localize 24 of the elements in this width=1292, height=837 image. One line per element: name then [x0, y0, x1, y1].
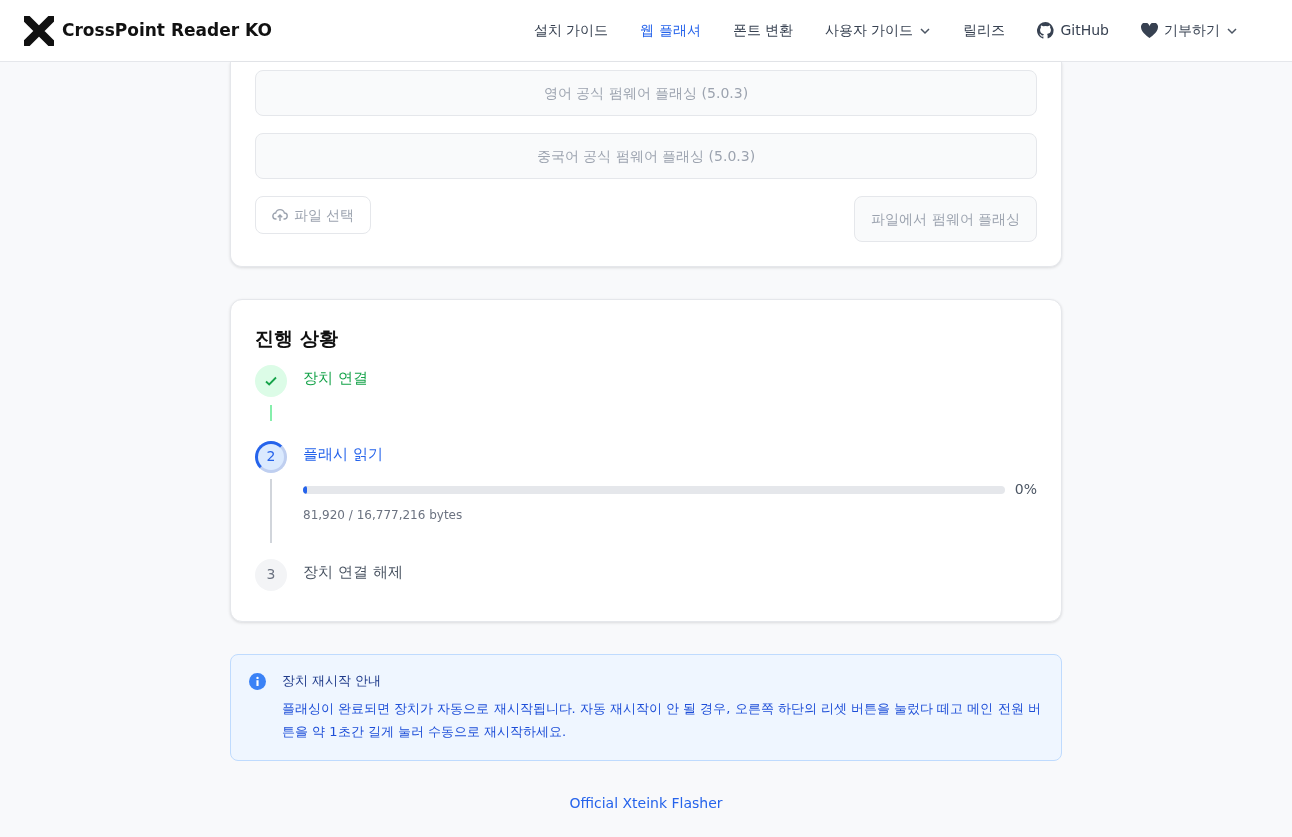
progress-percent: 0% — [1014, 480, 1037, 499]
progress-title: 진행 상황 — [255, 326, 339, 351]
github-icon — [1037, 22, 1055, 39]
step-number: 3 — [255, 558, 287, 591]
nav-link[interactable]: 폰트 변환 — [732, 16, 794, 45]
nav-link[interactable]: 기부하기 — [1141, 16, 1238, 45]
notice-title: 장치 재시작 안내 — [282, 671, 383, 690]
footer-link[interactable]: Official Xteink Flasher — [569, 794, 723, 811]
nav-link[interactable]: 웹 플래셔 — [640, 16, 701, 45]
info-icon — [249, 672, 266, 690]
step-number: 2 — [255, 440, 287, 473]
step-label: 장치 연결 — [303, 367, 369, 389]
heart-icon — [1141, 23, 1158, 38]
byte-count: 81,920 / 16,777,216 bytes — [303, 507, 464, 524]
upload-cloud-icon — [272, 207, 288, 223]
nav-link[interactable]: 설치 가이드 — [533, 16, 609, 45]
nav-link[interactable]: GitHub — [1037, 16, 1109, 45]
step-label: 장치 연결 해제 — [303, 561, 404, 583]
notice-text: 플래싱이 완료되면 장치가 자동으로 재시작됩니다. 자동 재시작이 안 될 경우, 오른쪽 하단의 리셋 버튼을 눌렀다 떼고 메인 전원 버튼을 약 1초간 길게 눌러 수동으로 재시작하세요. — [282, 700, 1041, 741]
step-label: 플래시 읽기 — [303, 443, 384, 465]
nav-link[interactable]: 릴리즈 — [963, 16, 1006, 45]
nav-link[interactable]: 사용자 가이드 — [825, 16, 932, 45]
x-logo-icon — [24, 15, 54, 46]
brand-name[interactable]: CrossPoint Reader KO — [62, 17, 272, 44]
